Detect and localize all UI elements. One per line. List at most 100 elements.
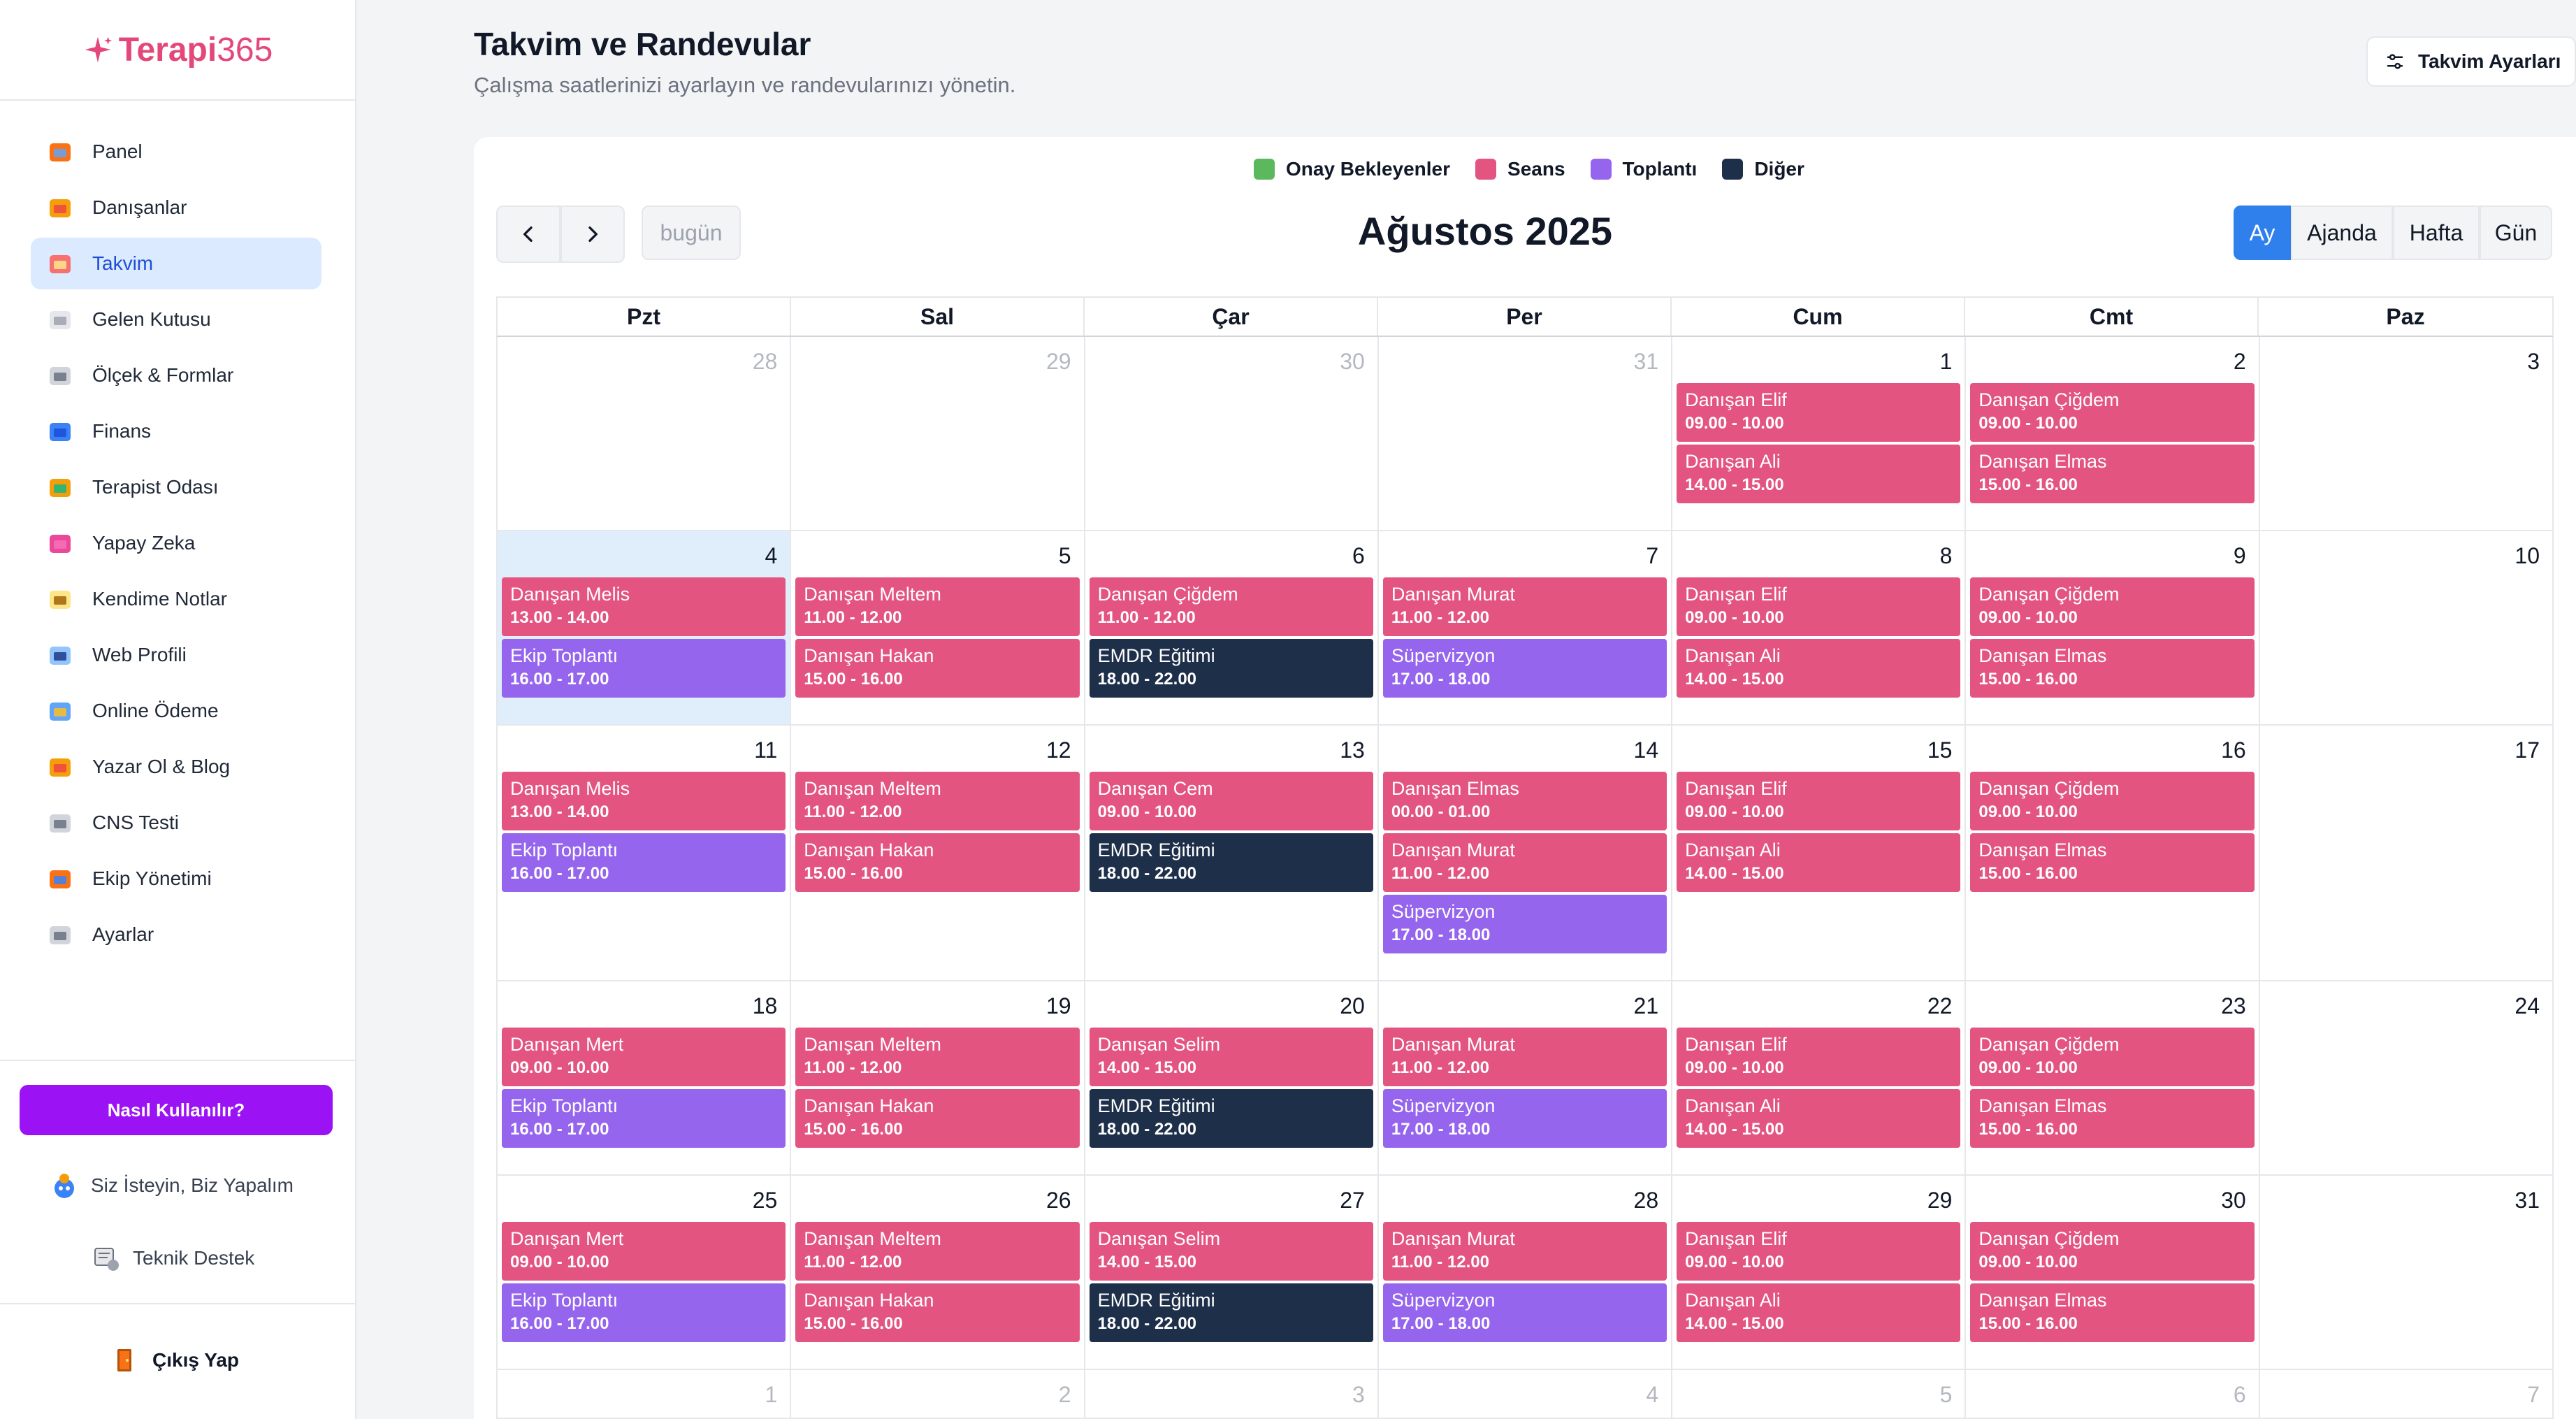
calendar-event[interactable]: Danışan Melis 13.00 - 14.00 (502, 577, 786, 636)
sidebar-item-sparkle[interactable]: Yapay Zeka (31, 517, 321, 569)
sidebar-item-envelope[interactable]: Gelen Kutusu (31, 294, 321, 345)
calendar-event[interactable]: Danışan Elif 09.00 - 10.00 (1677, 1028, 1961, 1086)
calendar-day[interactable]: 15 Danışan Elif 09.00 - 10.00 Danışan Ali 14… (1672, 726, 1967, 980)
calendar-day[interactable]: 9 Danışan Çiğdem 09.00 - 10.00 Danışan Elma… (1966, 531, 2260, 724)
calendar-event[interactable]: Danışan Hakan 15.00 - 16.00 (795, 1089, 1080, 1148)
calendar-event[interactable]: Danışan Çiğdem 09.00 - 10.00 (1970, 772, 2255, 830)
calendar-event[interactable]: Süpervizyon 17.00 - 18.00 (1382, 895, 1667, 953)
day-number[interactable]: 10 (2263, 534, 2549, 577)
calendar-event[interactable]: Danışan Ali 14.00 - 15.00 (1677, 445, 1961, 503)
calendar-day[interactable]: 26 Danışan Meltem 11.00 - 12.00 Danışan Hak… (791, 1176, 1085, 1369)
day-number[interactable]: 22 (1675, 984, 1962, 1028)
calendar-event[interactable]: Danışan Elmas 15.00 - 16.00 (1970, 1089, 2255, 1148)
calendar-event[interactable]: Danışan Elif 09.00 - 10.00 (1677, 1222, 1961, 1281)
calendar-event[interactable]: EMDR Eğitimi 18.00 - 22.00 (1089, 833, 1373, 892)
day-number[interactable]: 6 (1969, 1373, 2255, 1416)
calendar-event[interactable]: Danışan Murat 11.00 - 12.00 (1382, 1028, 1667, 1086)
day-number[interactable]: 5 (1675, 1373, 1962, 1416)
calendar-event[interactable]: Danışan Hakan 15.00 - 16.00 (795, 1283, 1080, 1342)
calendar-event[interactable]: Danışan Çiğdem 09.00 - 10.00 (1970, 1222, 2255, 1281)
day-number[interactable]: 7 (2263, 1373, 2549, 1416)
calendar-day[interactable]: 30 Danışan Çiğdem 09.00 - 10.00 Danışan Elm… (1966, 1176, 2260, 1369)
calendar-day[interactable]: 10 (2260, 531, 2554, 724)
calendar-event[interactable]: Danışan Elif 09.00 - 10.00 (1677, 577, 1961, 636)
day-number[interactable]: 7 (1382, 534, 1668, 577)
calendar-event[interactable]: Danışan Selim 14.00 - 15.00 (1089, 1222, 1373, 1281)
calendar-event[interactable]: Danışan Çiğdem 11.00 - 12.00 (1089, 577, 1373, 636)
day-number[interactable]: 14 (1382, 728, 1668, 772)
day-number[interactable]: 3 (2263, 340, 2549, 383)
sidebar-item-gear[interactable]: Ayarlar (31, 909, 321, 960)
calendar-day[interactable]: 7 (2260, 1370, 2554, 1418)
brand-logo[interactable]: Terapi365 (0, 0, 355, 101)
calendar-event[interactable]: Danışan Ali 14.00 - 15.00 (1677, 1089, 1961, 1148)
calendar-day[interactable]: 29 Danışan Elif 09.00 - 10.00 Danışan Ali 14… (1672, 1176, 1967, 1369)
day-number[interactable]: 29 (794, 340, 1080, 383)
calendar-event[interactable]: Danışan Çiğdem 09.00 - 10.00 (1970, 1028, 2255, 1086)
calendar-event[interactable]: Ekip Toplantı 16.00 - 17.00 (502, 833, 786, 892)
calendar-event[interactable]: Danışan Mert 09.00 - 10.00 (502, 1028, 786, 1086)
sidebar-item-payment[interactable]: Online Ödeme (31, 685, 321, 737)
calendar-event[interactable]: EMDR Eğitimi 18.00 - 22.00 (1089, 1283, 1373, 1342)
day-number[interactable]: 15 (1675, 728, 1962, 772)
calendar-event[interactable]: Danışan Elif 09.00 - 10.00 (1677, 383, 1961, 442)
calendar-event[interactable]: Danışan Elmas 15.00 - 16.00 (1970, 833, 2255, 892)
day-number[interactable]: 18 (500, 984, 787, 1028)
calendar-day[interactable]: 6 Danışan Çiğdem 11.00 - 12.00 EMDR Eğitimi… (1085, 531, 1379, 724)
day-number[interactable]: 2 (794, 1373, 1080, 1416)
calendar-settings-button[interactable]: Takvim Ayarları (2366, 36, 2576, 87)
calendar-day[interactable]: 31 (1379, 337, 1673, 530)
sidebar-item-brain[interactable]: CNS Testi (31, 797, 321, 849)
day-number[interactable]: 21 (1382, 984, 1668, 1028)
calendar-event[interactable]: Danışan Murat 11.00 - 12.00 (1382, 833, 1667, 892)
sidebar-item-team[interactable]: Ekip Yönetimi (31, 853, 321, 905)
day-number[interactable]: 13 (1088, 728, 1375, 772)
calendar-day[interactable]: 5 Danışan Meltem 11.00 - 12.00 Danışan Haka… (791, 531, 1085, 724)
calendar-event[interactable]: Danışan Meltem 11.00 - 12.00 (795, 772, 1080, 830)
view-button-hafta[interactable]: Hafta (2393, 206, 2480, 260)
calendar-day[interactable]: 1 (498, 1370, 792, 1418)
calendar-day[interactable]: 24 (2260, 981, 2554, 1174)
calendar-day[interactable]: 20 Danışan Selim 14.00 - 15.00 EMDR Eğitimi… (1085, 981, 1379, 1174)
sidebar-item-people[interactable]: Danışanlar (31, 182, 321, 233)
calendar-day[interactable]: 23 Danışan Çiğdem 09.00 - 10.00 Danışan Elm… (1966, 981, 2260, 1174)
sidebar-item-therapist-room[interactable]: Terapist Odası (31, 461, 321, 513)
calendar-day[interactable]: 4 (1379, 1370, 1673, 1418)
calendar-day[interactable]: 7 Danışan Murat 11.00 - 12.00 Süpervizyon 17… (1379, 531, 1673, 724)
prev-month-button[interactable] (496, 206, 560, 263)
calendar-event[interactable]: Danışan Elmas 15.00 - 16.00 (1970, 445, 2255, 503)
day-number[interactable]: 30 (1969, 1179, 2255, 1222)
view-button-ay[interactable]: Ay (2234, 206, 2291, 260)
calendar-event[interactable]: Danışan Meltem 11.00 - 12.00 (795, 577, 1080, 636)
sidebar-item-house[interactable]: Panel (31, 126, 321, 178)
view-button-ajanda[interactable]: Ajanda (2291, 206, 2393, 260)
sidebar-item-writer[interactable]: Yazar Ol & Blog (31, 741, 321, 793)
day-number[interactable]: 1 (500, 1373, 787, 1416)
calendar-event[interactable]: Danışan Selim 14.00 - 15.00 (1089, 1028, 1373, 1086)
sidebar-item-web-profile[interactable]: Web Profili (31, 629, 321, 681)
day-number[interactable]: 4 (1382, 1373, 1668, 1416)
sidebar-item-notes[interactable]: Kendime Notlar (31, 573, 321, 625)
calendar-day[interactable]: 12 Danışan Meltem 11.00 - 12.00 Danışan Hak… (791, 726, 1085, 980)
calendar-event[interactable]: Ekip Toplantı 16.00 - 17.00 (502, 639, 786, 698)
calendar-event[interactable]: Danışan Çiğdem 09.00 - 10.00 (1970, 383, 2255, 442)
calendar-event[interactable]: Danışan Ali 14.00 - 15.00 (1677, 1283, 1961, 1342)
calendar-day[interactable]: 8 Danışan Elif 09.00 - 10.00 Danışan Ali 14.… (1672, 531, 1967, 724)
sidebar-item-forms[interactable]: Ölçek & Formlar (31, 350, 321, 401)
day-number[interactable]: 9 (1969, 534, 2255, 577)
day-number[interactable]: 31 (2263, 1179, 2549, 1222)
calendar-day[interactable]: 2 Danışan Çiğdem 09.00 - 10.00 Danışan Elma… (1966, 337, 2260, 530)
calendar-event[interactable]: Danışan Mert 09.00 - 10.00 (502, 1222, 786, 1281)
calendar-day[interactable]: 25 Danışan Mert 09.00 - 10.00 Ekip Toplantı… (498, 1176, 792, 1369)
day-number[interactable]: 12 (794, 728, 1080, 772)
day-number[interactable]: 6 (1088, 534, 1375, 577)
calendar-day[interactable]: 14 Danışan Elmas 00.00 - 01.00 Danışan Mura… (1379, 726, 1673, 980)
sidebar-item-calendar[interactable]: Takvim (31, 238, 321, 289)
calendar-event[interactable]: Danışan Murat 11.00 - 12.00 (1382, 1222, 1667, 1281)
day-number[interactable]: 29 (1675, 1179, 1962, 1222)
calendar-event[interactable]: Danışan Hakan 15.00 - 16.00 (795, 833, 1080, 892)
calendar-event[interactable]: Danışan Meltem 11.00 - 12.00 (795, 1028, 1080, 1086)
day-number[interactable]: 17 (2263, 728, 2549, 772)
how-to-use-button[interactable]: Nasıl Kullanılır? (20, 1085, 333, 1135)
calendar-day[interactable]: 2 (791, 1370, 1085, 1418)
